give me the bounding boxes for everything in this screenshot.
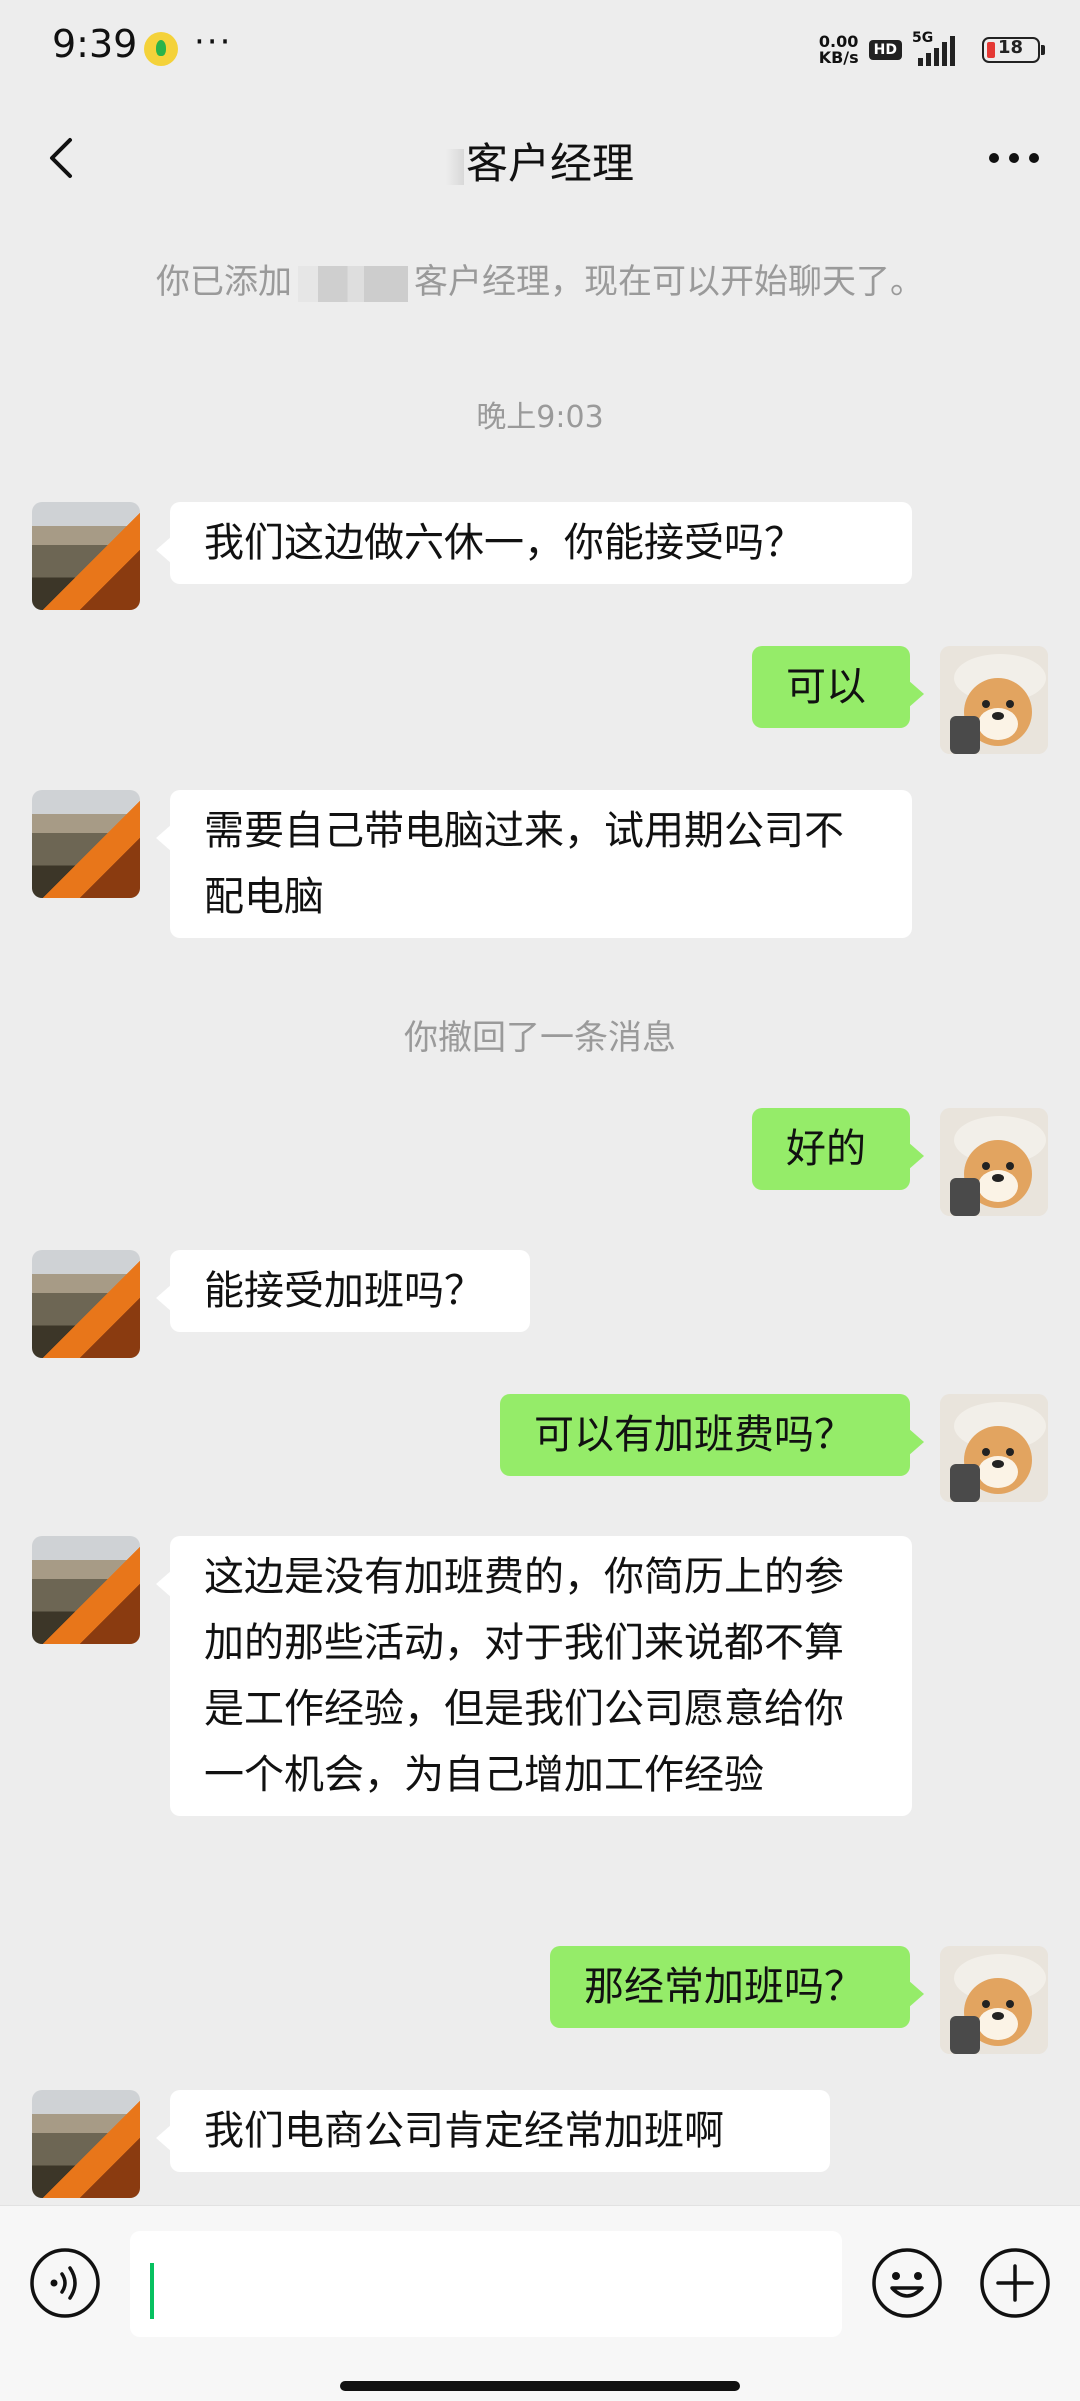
battery-level: 18 — [998, 37, 1024, 58]
message-bubble-incoming[interactable]: 我们电商公司肯定经常加班啊 — [156, 2090, 830, 2172]
message-bubble-incoming[interactable]: 我们这边做六休一，你能接受吗？ — [156, 502, 912, 584]
emoji-icon — [872, 2248, 942, 2318]
plus-button[interactable] — [978, 2246, 1052, 2320]
home-indicator[interactable] — [340, 2381, 740, 2391]
music-app-icon — [144, 32, 178, 66]
recall-notice: 你撤回了一条消息 — [404, 1018, 676, 1058]
contact-avatar[interactable] — [32, 1536, 140, 1644]
message-bubble-outgoing[interactable]: 可以 — [752, 646, 924, 728]
input-bar — [0, 2205, 1080, 2401]
contact-avatar[interactable] — [32, 502, 140, 610]
my-avatar[interactable] — [940, 646, 1048, 754]
contact-avatar[interactable] — [32, 790, 140, 898]
redacted-name — [298, 265, 408, 302]
hd-badge: HD — [868, 40, 902, 60]
contact-avatar[interactable] — [32, 1250, 140, 1358]
timestamp: 晚上9:03 — [476, 400, 604, 435]
my-avatar[interactable] — [940, 1108, 1048, 1216]
signal-icon: 5G — [912, 30, 972, 70]
status-more-icon: ··· — [194, 22, 233, 62]
message-bubble-incoming[interactable]: 能接受加班吗？ — [156, 1250, 530, 1332]
my-avatar[interactable] — [940, 1946, 1048, 2054]
battery-icon: 18 — [982, 37, 1045, 63]
message-bubble-outgoing[interactable]: 好的 — [752, 1108, 924, 1190]
net-speed-unit: KB/s — [818, 48, 859, 67]
message-bubble-incoming[interactable]: 这边是没有加班费的，你简历上的参加的那些活动，对于我们来说都不算是工作经验，但是… — [156, 1536, 912, 1816]
message-bubble-outgoing[interactable]: 那经常加班吗？ — [550, 1946, 924, 2028]
chat-title: 客户经理 — [0, 130, 1080, 191]
voice-button[interactable] — [28, 2246, 102, 2320]
chat-title-text: 客户经理 — [465, 139, 634, 188]
voice-icon — [30, 2248, 100, 2318]
more-button[interactable] — [986, 134, 1042, 182]
chat-area[interactable]: 你已添加 客户经理，现在可以开始聊天了。 晚上9:03 我们这边做六休一，你能接受… — [0, 220, 1080, 2205]
redacted-name — [445, 148, 464, 185]
added-notice-prefix: 你已添加 — [156, 262, 292, 302]
status-indicators: 0.00 KB/s HD 5G 18 — [819, 28, 1045, 72]
status-bar: 9:39 ··· 0.00 KB/s HD 5G 18 — [0, 0, 1080, 96]
contact-avatar[interactable] — [32, 2090, 140, 2198]
net-speed: 0.00 KB/s — [819, 34, 859, 66]
my-avatar[interactable] — [940, 1394, 1048, 1502]
plus-icon — [980, 2248, 1050, 2318]
more-dots-icon — [989, 153, 1039, 163]
added-notice: 你已添加 客户经理，现在可以开始聊天了。 — [0, 254, 1080, 303]
nav-bar: 客户经理 — [0, 96, 1080, 220]
text-caret — [150, 2263, 154, 2319]
added-notice-suffix: 客户经理，现在可以开始聊天了。 — [414, 262, 924, 302]
emoji-button[interactable] — [870, 2246, 944, 2320]
message-bubble-outgoing[interactable]: 可以有加班费吗？ — [500, 1394, 924, 1476]
message-input[interactable] — [130, 2231, 842, 2337]
status-time: 9:39 — [52, 22, 138, 66]
message-bubble-incoming[interactable]: 需要自己带电脑过来，试用期公司不配电脑 — [156, 790, 912, 938]
